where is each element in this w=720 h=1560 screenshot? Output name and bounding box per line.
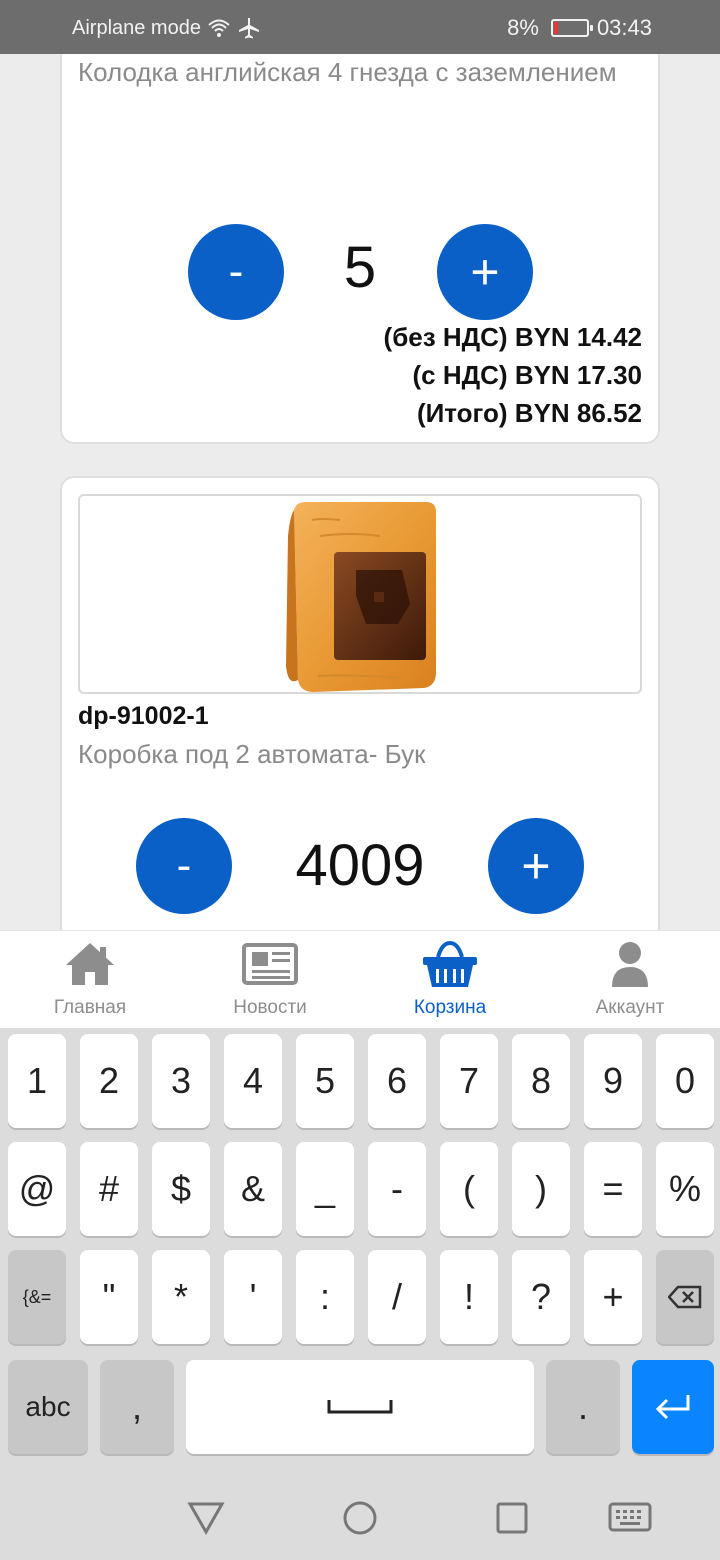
key-underscore[interactable]: _ xyxy=(296,1142,354,1236)
key-double-quote[interactable]: " xyxy=(80,1250,138,1344)
key-0[interactable]: 0 xyxy=(656,1034,714,1128)
key-at[interactable]: @ xyxy=(8,1142,66,1236)
key-4[interactable]: 4 xyxy=(224,1034,282,1128)
price-without-vat: (без НДС) BYN 14.42 xyxy=(383,322,642,352)
decrease-quantity-button[interactable]: - xyxy=(136,818,232,914)
decrease-quantity-button[interactable]: - xyxy=(188,224,284,320)
numeric-symbol-keyboard: 1 2 3 4 5 6 7 8 9 0 @ # $ & _ - ( ) = % … xyxy=(0,1028,720,1472)
airplane-mode-text: Airplane mode xyxy=(72,16,201,39)
key-hash[interactable]: # xyxy=(80,1142,138,1236)
nav-cart-label: Корзина xyxy=(413,997,487,1018)
bottom-navigation: Главная Новости Корзина Аккаунт xyxy=(0,930,720,1028)
keyboard-switch-icon[interactable] xyxy=(606,1494,654,1542)
recents-icon[interactable] xyxy=(488,1494,536,1542)
price-block: (без НДС) BYN 14.42 (с НДС) BYN 17.30 (И… xyxy=(384,318,642,432)
space-icon xyxy=(327,1400,393,1414)
product-description: Коробка под 2 автомата- Бук xyxy=(78,739,426,769)
key-open-paren[interactable]: ( xyxy=(440,1142,498,1236)
key-apostrophe[interactable]: ' xyxy=(224,1250,282,1344)
key-colon[interactable]: : xyxy=(296,1250,354,1344)
home-circle-icon[interactable] xyxy=(336,1494,384,1542)
increase-quantity-button[interactable]: + xyxy=(488,818,584,914)
key-period[interactable]: . xyxy=(546,1360,620,1454)
key-exclamation[interactable]: ! xyxy=(440,1250,498,1344)
quantity-value: 5 xyxy=(343,235,377,300)
key-9[interactable]: 9 xyxy=(584,1034,642,1128)
key-more-symbols[interactable]: {&= xyxy=(8,1250,66,1344)
product-image[interactable] xyxy=(78,494,642,694)
home-icon xyxy=(66,943,114,985)
key-plus[interactable]: + xyxy=(584,1250,642,1344)
key-question[interactable]: ? xyxy=(512,1250,570,1344)
electrical-box-image xyxy=(286,502,436,692)
key-6[interactable]: 6 xyxy=(368,1034,426,1128)
price-with-vat: (с НДС) BYN 17.30 xyxy=(412,360,642,390)
nav-account-label: Аккаунт xyxy=(595,997,665,1018)
nav-news[interactable]: Новости xyxy=(180,931,360,1028)
backspace-icon xyxy=(668,1285,702,1309)
key-2[interactable]: 2 xyxy=(80,1034,138,1128)
key-percent[interactable]: % xyxy=(656,1142,714,1236)
nav-home-label: Главная xyxy=(53,997,127,1018)
key-asterisk[interactable]: * xyxy=(152,1250,210,1344)
account-icon xyxy=(612,942,648,987)
product-description: Колодка английская 4 гнезда с заземление… xyxy=(78,57,617,87)
status-bar: Airplane mode 8% 03:43 xyxy=(0,0,720,54)
nav-news-label: Новости xyxy=(233,997,307,1018)
cart-item: Колодка английская 4 гнезда с заземление… xyxy=(60,54,660,444)
key-minus[interactable]: - xyxy=(368,1142,426,1236)
key-ampersand[interactable]: & xyxy=(224,1142,282,1236)
key-1[interactable]: 1 xyxy=(8,1034,66,1128)
space-key[interactable] xyxy=(186,1360,534,1454)
enter-icon xyxy=(655,1395,690,1420)
news-icon xyxy=(242,943,298,985)
product-sku: dp-91002-1 xyxy=(78,702,209,730)
key-close-paren[interactable]: ) xyxy=(512,1142,570,1236)
nav-home[interactable]: Главная xyxy=(0,931,180,1028)
key-5[interactable]: 5 xyxy=(296,1034,354,1128)
key-equals[interactable]: = xyxy=(584,1142,642,1236)
backspace-key[interactable] xyxy=(656,1250,714,1344)
cart-item: dp-91002-1 Коробка под 2 автомата- Бук -… xyxy=(60,476,660,930)
key-8[interactable]: 8 xyxy=(512,1034,570,1128)
battery-icon xyxy=(550,19,593,37)
system-navigation-bar xyxy=(0,1472,720,1560)
key-slash[interactable]: / xyxy=(368,1250,426,1344)
cart-list[interactable]: Колодка английская 4 гнезда с заземление… xyxy=(0,54,720,930)
nav-cart[interactable]: Корзина xyxy=(360,931,540,1028)
increase-quantity-button[interactable]: + xyxy=(437,224,533,320)
price-total: (Итого) BYN 86.52 xyxy=(416,398,642,428)
battery-percent: 8% xyxy=(507,15,539,40)
back-icon[interactable] xyxy=(182,1494,230,1542)
key-dollar[interactable]: $ xyxy=(152,1142,210,1236)
quantity-value[interactable]: 4009 xyxy=(258,832,462,899)
nav-account[interactable]: Аккаунт xyxy=(540,931,720,1028)
key-comma[interactable]: , xyxy=(100,1360,174,1454)
wifi-icon xyxy=(208,19,230,37)
key-3[interactable]: 3 xyxy=(152,1034,210,1128)
basket-icon xyxy=(423,940,477,987)
enter-key[interactable] xyxy=(632,1360,714,1454)
airplane-icon xyxy=(238,18,259,39)
key-7[interactable]: 7 xyxy=(440,1034,498,1128)
key-abc[interactable]: abc xyxy=(8,1360,88,1454)
clock: 03:43 xyxy=(596,15,652,40)
